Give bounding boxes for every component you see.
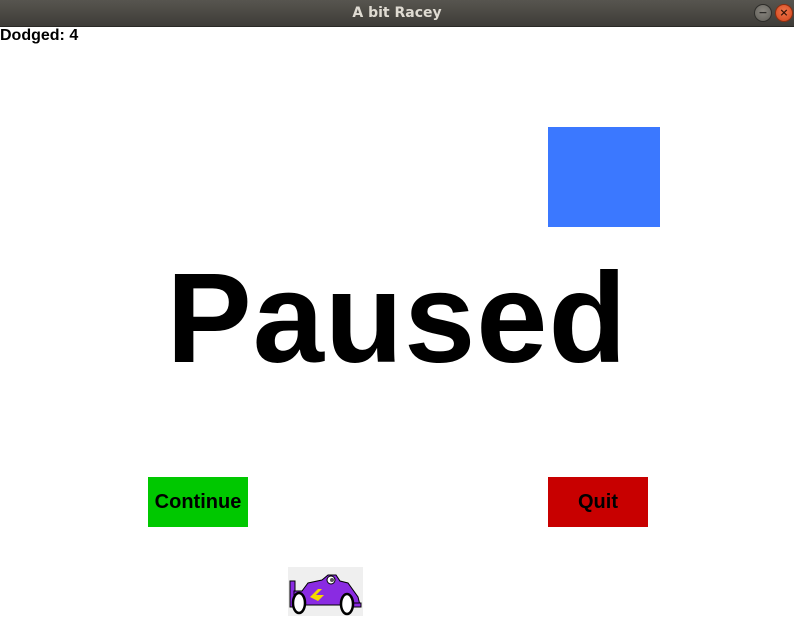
game-window: A bit Racey − × Dodged: 4 Paused Continu… (0, 0, 794, 623)
window-title: A bit Racey (352, 5, 442, 21)
obstacle-block (548, 127, 660, 227)
close-button[interactable]: × (775, 4, 793, 22)
continue-button[interactable]: Continue (148, 477, 248, 527)
title-bar[interactable]: A bit Racey − × (0, 0, 794, 27)
minimize-button[interactable]: − (754, 4, 772, 22)
quit-button[interactable]: Quit (548, 477, 648, 527)
paused-message: Paused (166, 247, 628, 390)
race-car-icon (288, 567, 363, 616)
dodged-counter: Dodged: 4 (0, 27, 79, 44)
game-canvas: Dodged: 4 Paused Continue Quit (0, 27, 794, 623)
